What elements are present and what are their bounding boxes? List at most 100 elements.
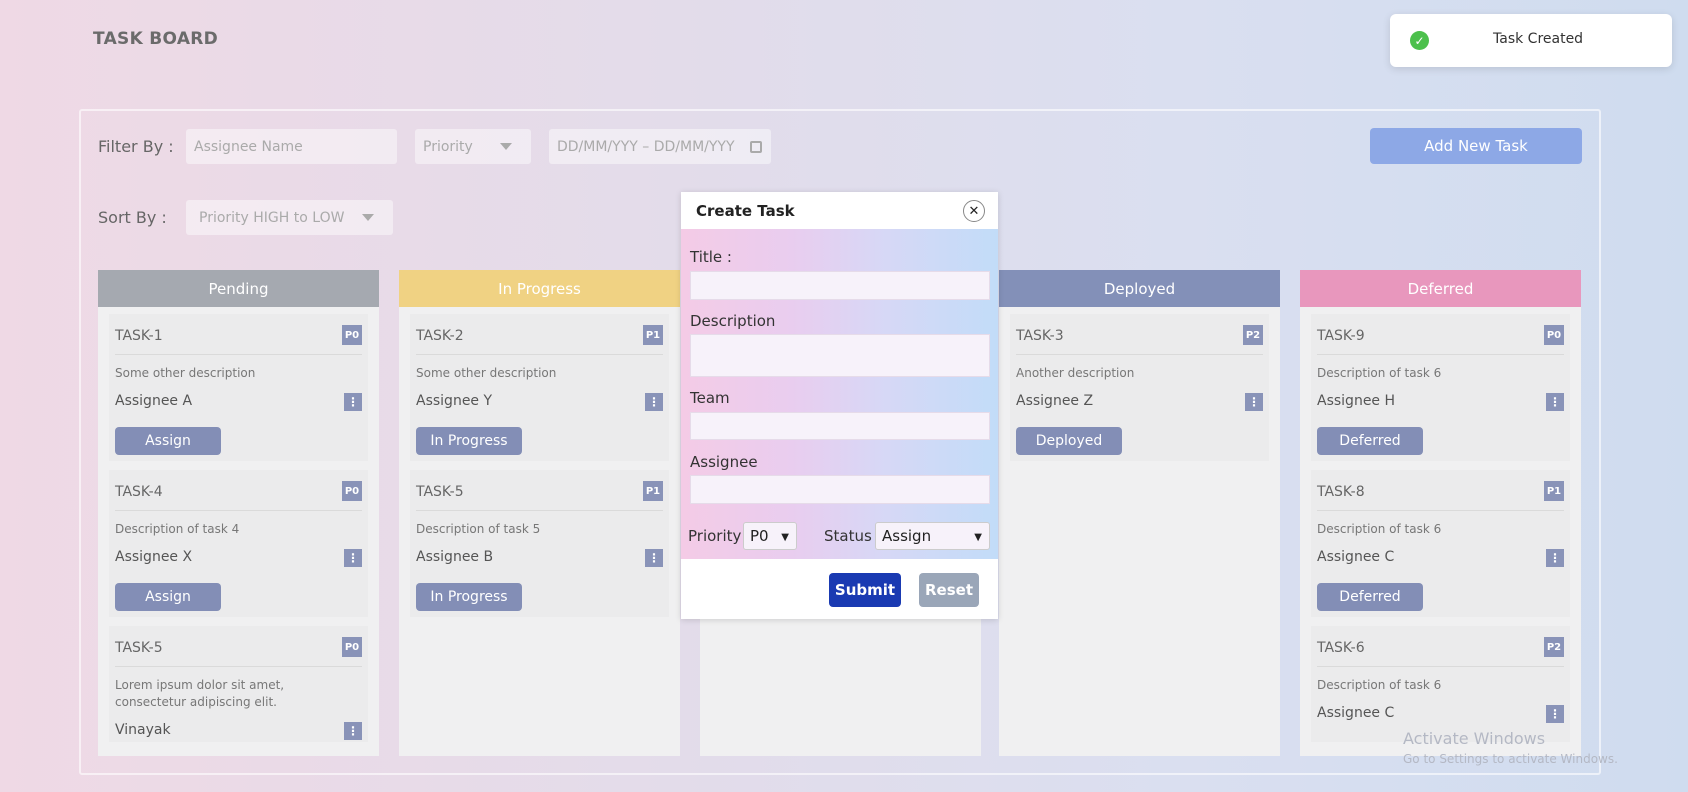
task-id: TASK-1 [115,328,163,344]
status-select[interactable]: Assign ▼ [875,522,990,550]
toast-message: Task Created [1493,31,1584,47]
date-range-placeholder: DD/MM/YYY – DD/MM/YYY [557,138,735,155]
more-options-icon[interactable]: ⋮ [1546,549,1564,567]
more-options-icon[interactable]: ⋮ [1546,393,1564,411]
chevron-down-icon: ▼ [781,532,789,543]
assignee-input[interactable] [690,475,990,504]
status-button[interactable]: Assign [115,583,221,611]
assignee-filter-placeholder: Assignee Name [194,138,303,155]
task-assignee: Assignee B [416,549,494,565]
calendar-icon [750,141,762,153]
add-new-task-button[interactable]: Add New Task [1370,128,1582,164]
column-deployed: Deployed TASK-3 P2 Another description A… [999,270,1280,756]
modal-title: Create Task [696,202,795,220]
close-icon[interactable]: ✕ [963,200,985,222]
priority-badge: P0 [342,637,362,657]
chevron-down-icon [500,143,512,150]
task-description: Description of task 5 [416,522,541,536]
task-card[interactable]: TASK-6 P2 Description of task 6 Assignee… [1311,626,1570,742]
column-header: Deployed [999,270,1280,307]
status-label: Status [824,527,872,545]
title-input[interactable] [690,271,990,300]
task-card[interactable]: TASK-1 P0 Some other description Assigne… [109,314,368,461]
priority-badge: P0 [342,481,362,501]
priority-label: Priority [688,527,742,545]
more-options-icon[interactable]: ⋮ [1546,705,1564,723]
task-card[interactable]: TASK-5 P0 Lorem ipsum dolor sit amet, co… [109,626,368,742]
task-description: Description of task 6 [1317,366,1442,380]
team-input[interactable] [690,412,990,440]
status-button[interactable]: Deployed [1016,427,1122,455]
task-assignee: Assignee Z [1016,393,1094,409]
sort-dropdown[interactable]: Priority HIGH to LOW [186,200,393,235]
more-options-icon[interactable]: ⋮ [645,549,663,567]
divider [115,510,362,511]
task-card[interactable]: TASK-8 P1 Description of task 6 Assignee… [1311,470,1570,617]
toast-notification: ✓ Task Created [1390,14,1672,67]
task-id: TASK-6 [1317,640,1365,656]
more-options-icon[interactable]: ⋮ [344,393,362,411]
task-card[interactable]: TASK-9 P0 Description of task 6 Assignee… [1311,314,1570,461]
priority-select[interactable]: P0 ▼ [743,522,797,550]
priority-filter-dropdown[interactable]: Priority [415,129,531,164]
task-id: TASK-5 [115,640,163,656]
watermark-line2: Go to Settings to activate Windows. [1403,752,1618,766]
divider [1317,666,1564,667]
task-card[interactable]: TASK-4 P0 Description of task 4 Assignee… [109,470,368,617]
create-task-modal: Create Task ✕ Title : Description Team A… [681,192,998,619]
priority-badge: P1 [1544,481,1564,501]
task-id: TASK-5 [416,484,464,500]
more-options-icon[interactable]: ⋮ [344,549,362,567]
column-in-progress: In Progress TASK-2 P1 Some other descrip… [399,270,680,756]
task-id: TASK-8 [1317,484,1365,500]
priority-badge: P2 [1544,637,1564,657]
task-id: TASK-4 [115,484,163,500]
task-description: Some other description [115,366,256,380]
task-id: TASK-9 [1317,328,1365,344]
priority-badge: P0 [342,325,362,345]
column-header: Deferred [1300,270,1581,307]
divider [1317,354,1564,355]
task-card[interactable]: TASK-3 P2 Another description Assignee Z… [1010,314,1269,461]
date-range-input[interactable]: DD/MM/YYY – DD/MM/YYY [549,129,771,164]
page-title: TASK BOARD [93,29,219,49]
task-description: Lorem ipsum dolor sit amet, consectetur … [115,678,285,709]
title-label: Title : [690,248,732,266]
status-button[interactable]: In Progress [416,583,522,611]
assignee-label: Assignee [690,453,758,471]
more-options-icon[interactable]: ⋮ [344,722,362,740]
priority-badge: P1 [643,325,663,345]
status-button[interactable]: In Progress [416,427,522,455]
reset-button[interactable]: Reset [919,573,979,607]
watermark-line1: Activate Windows [1403,729,1546,748]
description-textarea[interactable] [690,334,990,377]
task-assignee: Assignee C [1317,549,1395,565]
divider [1016,354,1263,355]
activate-windows-watermark: Activate Windows Go to Settings to activ… [1403,729,1618,766]
status-button[interactable]: Deferred [1317,583,1423,611]
priority-badge: P1 [643,481,663,501]
task-card[interactable]: TASK-5 P1 Description of task 5 Assignee… [410,470,669,617]
task-assignee: Assignee X [115,549,193,565]
task-description: Description of task 6 [1317,522,1442,536]
chevron-down-icon: ▼ [974,532,982,543]
team-label: Team [690,389,730,407]
task-card[interactable]: TASK-2 P1 Some other description Assigne… [410,314,669,461]
divider [1317,510,1564,511]
priority-filter-placeholder: Priority [423,138,473,155]
column-header: In Progress [399,270,680,307]
description-label: Description [690,312,776,330]
status-select-value: Assign [882,527,932,545]
submit-button[interactable]: Submit [829,573,901,607]
status-button[interactable]: Deferred [1317,427,1423,455]
status-button[interactable]: Assign [115,427,221,455]
assignee-filter-input[interactable]: Assignee Name [186,129,397,164]
divider [115,354,362,355]
column-pending: Pending TASK-1 P0 Some other description… [98,270,379,756]
task-assignee: Vinayak [115,722,171,738]
more-options-icon[interactable]: ⋮ [1245,393,1263,411]
divider [416,510,663,511]
task-description: Description of task 4 [115,522,240,536]
column-header: Pending [98,270,379,307]
more-options-icon[interactable]: ⋮ [645,393,663,411]
